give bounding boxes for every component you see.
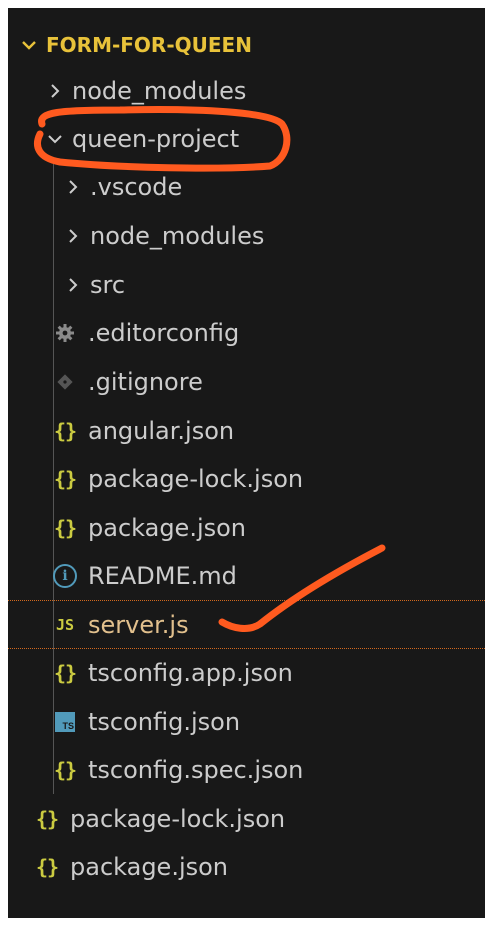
js-icon: JS [55,616,75,634]
tree-item-label: package-lock.json [70,805,286,833]
tree-item-label: package.json [88,514,247,542]
info-icon: i [53,564,77,588]
json-braces-icon: {} [53,661,77,685]
tree-file-readme-md[interactable]: i README.md [8,555,485,597]
tree-item-label: node_modules [72,77,247,105]
info-icon-wrapper: i [52,555,78,597]
tree-file-root-package-json[interactable]: {} package.json [8,846,485,888]
tree-item-label: queen-project [72,125,240,153]
tree-file-server-js[interactable]: JS server.js [8,604,485,646]
tree-item-label: README.md [88,562,237,590]
chevron-down-icon [42,118,68,160]
tree-item-label: package.json [70,853,229,881]
tree-file-editorconfig[interactable]: .editorconfig [8,312,485,354]
tree-item-label: package-lock.json [88,465,304,493]
tree-item-label: angular.json [88,417,235,445]
tree-item-label: .gitignore [88,368,203,396]
explorer-panel: FORM-FOR-QUEEN node_modules queen-projec… [8,8,485,918]
tree-item-label: tsconfig.spec.json [88,756,304,784]
chevron-right-icon [42,70,68,112]
tree-folder-queen-project[interactable]: queen-project [8,118,485,160]
tree-item-label: .editorconfig [88,319,240,347]
tree-item-label: tsconfig.app.json [88,659,293,687]
tree-item-label: server.js [88,611,189,639]
chevron-down-icon [16,24,42,66]
chevron-right-icon [60,166,86,208]
tree-file-tsconfig-app-json[interactable]: {} tsconfig.app.json [8,652,485,694]
tree-file-package-lock-json[interactable]: {} package-lock.json [8,458,485,500]
chevron-right-icon [60,215,86,257]
tree-file-root-package-lock-json[interactable]: {} package-lock.json [8,798,485,840]
json-braces-icon: {} [53,419,77,443]
tree-file-gitignore[interactable]: .gitignore [8,361,485,403]
tree-item-label: src [90,271,126,299]
tree-file-tsconfig-json[interactable]: TS tsconfig.json [8,701,485,743]
json-braces-icon: {} [35,855,59,879]
gear-icon [52,312,78,354]
json-braces-icon: {} [53,758,77,782]
json-braces-icon: {} [35,807,59,831]
tree-folder-node-modules-nested[interactable]: node_modules [8,215,485,257]
tree-folder-vscode[interactable]: .vscode [8,166,485,208]
ts-icon: TS [55,712,75,732]
git-icon [52,361,78,403]
json-braces-icon: {} [53,467,77,491]
tree-item-label: FORM-FOR-QUEEN [46,33,252,57]
focus-outline-top [8,600,485,601]
tree-item-label: .vscode [90,173,183,201]
focus-outline-bottom [8,648,485,649]
json-braces-icon: {} [53,516,77,540]
tree-root-form-for-queen[interactable]: FORM-FOR-QUEEN [8,24,485,66]
chevron-right-icon [60,264,86,306]
tree-folder-node-modules[interactable]: node_modules [8,70,485,112]
tree-item-label: node_modules [90,222,265,250]
tree-item-label: tsconfig.json [88,708,241,736]
ts-icon-wrapper: TS [52,701,78,743]
tree-folder-src[interactable]: src [8,264,485,306]
tree-file-angular-json[interactable]: {} angular.json [8,410,485,452]
tree-file-tsconfig-spec-json[interactable]: {} tsconfig.spec.json [8,749,485,791]
tree-file-package-json[interactable]: {} package.json [8,507,485,549]
